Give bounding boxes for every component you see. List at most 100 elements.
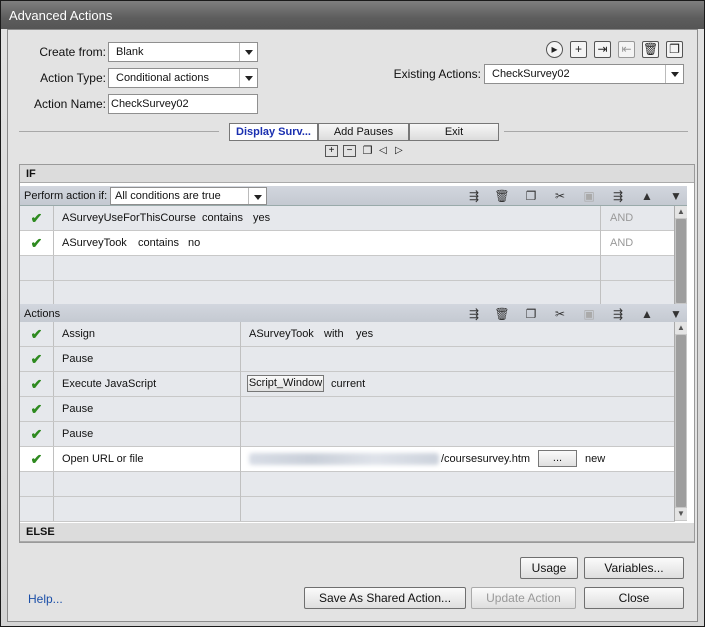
checkmark-icon[interactable]: ✔ xyxy=(20,422,54,446)
action-name: Pause xyxy=(62,403,94,415)
existing-actions-dropdown[interactable]: CheckSurvey02 xyxy=(484,64,684,84)
close-button[interactable]: Close xyxy=(584,587,684,609)
create-from-dropdown[interactable]: Blank xyxy=(108,42,258,62)
previous-decision-icon[interactable]: ◁ xyxy=(379,145,391,157)
empty-check-cell[interactable] xyxy=(20,497,54,521)
insert-below-icon[interactable]: ⇶ xyxy=(610,189,626,203)
action-value: yes xyxy=(356,328,374,340)
variables-button[interactable]: Variables... xyxy=(584,557,684,579)
action-url: /coursesurvey.htm xyxy=(441,453,531,465)
checkmark-icon[interactable]: ✔ xyxy=(20,372,54,396)
copy-decision-icon[interactable]: ❐ xyxy=(361,145,374,157)
usage-button[interactable]: Usage xyxy=(520,557,578,579)
save-action-icon[interactable]: ⇥ xyxy=(594,41,611,58)
empty-check-cell[interactable] xyxy=(20,256,54,280)
action-row[interactable]: ✔ Pause xyxy=(20,347,675,372)
move-up-icon[interactable]: ▲ xyxy=(639,189,655,203)
action-name: Open URL or file xyxy=(62,453,144,465)
preview-play-icon[interactable]: ▸ xyxy=(546,41,563,58)
empty-check-cell[interactable] xyxy=(20,281,54,305)
action-type-dropdown[interactable]: Conditional actions xyxy=(108,68,258,88)
action-row[interactable]: ✔ Pause xyxy=(20,397,675,422)
decision-controls: + − ❐ ◁ ▷ xyxy=(325,145,415,159)
blurred-url-host xyxy=(249,453,439,465)
actions-scrollbar[interactable]: ▲ ▼ xyxy=(674,322,687,521)
divider-left xyxy=(19,131,219,132)
delete-action-icon[interactable]: 🗑 xyxy=(642,41,659,58)
remove-decision-icon[interactable]: − xyxy=(343,145,356,157)
checkmark-icon[interactable]: ✔ xyxy=(20,447,54,471)
scroll-down-icon[interactable]: ▼ xyxy=(675,508,687,520)
action-name-input[interactable]: CheckSurvey02 xyxy=(108,94,258,114)
move-up-icon[interactable]: ▲ xyxy=(639,307,655,321)
action-name: Assign xyxy=(62,328,96,340)
action-row[interactable]: ✔ Assign ASurveyTook with yes xyxy=(20,322,675,347)
create-from-value: Blank xyxy=(116,46,144,58)
cut-row-icon[interactable]: ✂ xyxy=(552,307,568,321)
action-row[interactable]: ✔ Open URL or file /coursesurvey.htm ...… xyxy=(20,447,675,472)
duplicate-action-icon[interactable]: ❐ xyxy=(666,41,683,58)
action-type-label: Action Type: xyxy=(40,71,106,85)
import-action-icon[interactable]: ⇤ xyxy=(618,41,635,58)
delete-row-icon[interactable]: 🗑 xyxy=(494,307,510,321)
scroll-up-icon[interactable]: ▲ xyxy=(675,322,687,334)
scroll-thumb[interactable] xyxy=(676,219,686,303)
checkmark-icon[interactable]: ✔ xyxy=(20,206,54,230)
action-row[interactable]: ✔ Execute JavaScript Script_Window curre… xyxy=(20,372,675,397)
cut-row-icon[interactable]: ✂ xyxy=(552,189,568,203)
empty-check-cell[interactable] xyxy=(20,472,54,496)
action-row[interactable]: ✔ Pause xyxy=(20,422,675,447)
next-decision-icon[interactable]: ▷ xyxy=(395,145,407,157)
existing-actions-label: Existing Actions: xyxy=(393,67,481,81)
condition-variable: ASurveyUseForThisCourse xyxy=(62,212,196,224)
action-window-target: new xyxy=(585,453,606,465)
logic-column-divider xyxy=(600,206,601,305)
insert-below-icon[interactable]: ⇶ xyxy=(610,307,626,321)
condition-row-empty[interactable] xyxy=(20,281,675,306)
condition-logic[interactable]: AND xyxy=(610,237,633,249)
action-row-empty[interactable] xyxy=(20,497,675,522)
condition-row-empty[interactable] xyxy=(20,256,675,281)
move-down-icon[interactable]: ▼ xyxy=(668,189,684,203)
condition-logic[interactable]: AND xyxy=(610,212,633,224)
scroll-thumb[interactable] xyxy=(676,335,686,507)
conditions-scrollbar[interactable]: ▲ xyxy=(674,206,687,305)
condition-value: no xyxy=(188,237,201,249)
action-name: Execute JavaScript xyxy=(62,378,157,390)
save-shared-action-button[interactable]: Save As Shared Action... xyxy=(304,587,466,609)
update-action-button[interactable]: Update Action xyxy=(471,587,576,609)
checkmark-icon[interactable]: ✔ xyxy=(20,397,54,421)
new-action-icon[interactable]: + xyxy=(570,41,587,58)
perform-action-value: All conditions are true xyxy=(115,190,221,202)
tab-display-survey[interactable]: Display Surv... xyxy=(229,123,318,141)
copy-row-icon[interactable]: ❐ xyxy=(523,189,539,203)
browse-button[interactable]: ... xyxy=(538,450,577,467)
insert-row-icon[interactable]: ⇶ xyxy=(466,307,482,321)
paste-row-icon[interactable]: ▣ xyxy=(581,307,597,321)
condition-variable: ASurveyTook xyxy=(62,237,127,249)
create-from-label: Create from: xyxy=(39,45,106,59)
scroll-up-icon[interactable]: ▲ xyxy=(675,206,687,218)
divider-right xyxy=(504,131,688,132)
add-decision-icon[interactable]: + xyxy=(325,145,338,157)
if-header: IF xyxy=(20,165,694,183)
action-row-empty[interactable] xyxy=(20,472,675,497)
else-header[interactable]: ELSE xyxy=(20,523,694,542)
condition-row[interactable]: ✔ ASurveyTook contains no AND xyxy=(20,231,675,256)
condition-row[interactable]: ✔ ASurveyUseForThisCourse contains yes A… xyxy=(20,206,675,231)
checkmark-icon[interactable]: ✔ xyxy=(20,347,54,371)
delete-row-icon[interactable]: 🗑 xyxy=(494,189,510,203)
chevron-down-icon xyxy=(239,43,257,61)
help-link[interactable]: Help... xyxy=(28,592,63,606)
perform-action-dropdown[interactable]: All conditions are true xyxy=(110,187,267,205)
insert-row-icon[interactable]: ⇶ xyxy=(466,189,482,203)
tab-exit[interactable]: Exit xyxy=(409,123,499,141)
action-window-target: current xyxy=(331,378,366,390)
paste-row-icon[interactable]: ▣ xyxy=(581,189,597,203)
move-down-icon[interactable]: ▼ xyxy=(668,307,684,321)
checkmark-icon[interactable]: ✔ xyxy=(20,322,54,346)
script-window-button[interactable]: Script_Window xyxy=(247,375,324,392)
checkmark-icon[interactable]: ✔ xyxy=(20,231,54,255)
copy-row-icon[interactable]: ❐ xyxy=(523,307,539,321)
tab-add-pauses[interactable]: Add Pauses xyxy=(318,123,409,141)
